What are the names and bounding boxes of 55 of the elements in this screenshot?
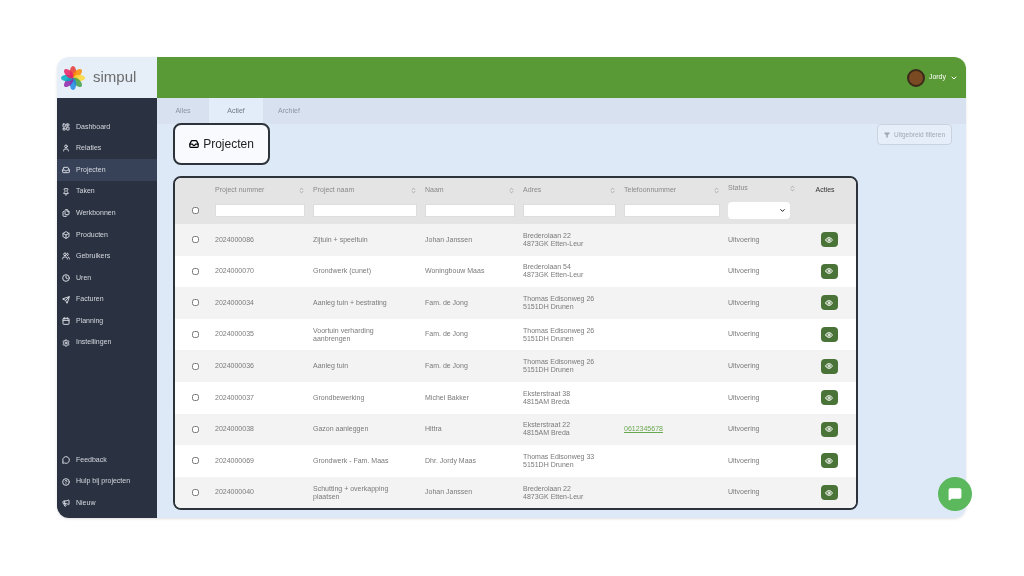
- row-checkbox[interactable]: [191, 236, 199, 244]
- user-icon: [62, 144, 70, 153]
- eye-icon: [825, 299, 833, 307]
- eye-icon: [825, 330, 833, 339]
- inbox-icon: [62, 166, 70, 174]
- eye-icon: [825, 235, 833, 244]
- filter-field[interactable]: [624, 203, 720, 217]
- files-icon: [62, 209, 70, 218]
- filter-icon: [884, 131, 891, 138]
- brand-name: simpul: [93, 67, 137, 88]
- row-checkbox[interactable]: [191, 394, 199, 402]
- clock-icon: [62, 273, 70, 282]
- eye-icon: [825, 393, 833, 402]
- view-button[interactable]: [820, 453, 838, 469]
- view-button[interactable]: [820, 295, 838, 311]
- view-button[interactable]: [820, 358, 838, 374]
- row-checkbox[interactable]: [191, 362, 199, 370]
- caret-icon: [779, 206, 786, 214]
- row-checkbox[interactable]: [191, 457, 199, 465]
- view-button[interactable]: [820, 390, 838, 406]
- megaphone-icon: [62, 499, 70, 508]
- row-checkbox[interactable]: [191, 331, 199, 339]
- filter-field[interactable]: [425, 203, 515, 217]
- filter-field[interactable]: [313, 203, 417, 217]
- row-checkbox[interactable]: [191, 267, 199, 275]
- users-icon: [62, 252, 70, 261]
- eye-icon: [825, 456, 833, 465]
- eye-icon: [825, 362, 833, 371]
- logo-icon: [61, 65, 85, 90]
- view-button[interactable]: [820, 263, 838, 279]
- avatar-icon[interactable]: [906, 68, 925, 87]
- row-checkbox[interactable]: [191, 489, 199, 497]
- view-button[interactable]: [820, 232, 838, 248]
- chat-icon: [62, 456, 70, 464]
- view-button[interactable]: [820, 327, 838, 343]
- pin-icon: [62, 187, 70, 196]
- eye-icon: [825, 488, 833, 497]
- chat-icon: [948, 487, 962, 501]
- view-button[interactable]: [820, 421, 838, 437]
- inbox-icon: [189, 139, 200, 149]
- page-title: Projecten: [203, 136, 254, 153]
- filter-field[interactable]: [523, 203, 616, 217]
- box-icon: [62, 230, 70, 239]
- eye-icon: [825, 425, 833, 434]
- select-all-checkbox[interactable]: [191, 207, 199, 214]
- send-icon: [62, 295, 70, 304]
- row-checkbox[interactable]: [191, 425, 199, 433]
- help-icon: [62, 477, 70, 486]
- eye-icon: [825, 267, 833, 276]
- dashboard-icon: [62, 122, 70, 131]
- view-button[interactable]: [820, 485, 838, 501]
- filter-field[interactable]: [215, 203, 305, 217]
- calendar-icon: [62, 317, 70, 326]
- settings-icon: [62, 338, 70, 347]
- row-checkbox[interactable]: [191, 299, 199, 307]
